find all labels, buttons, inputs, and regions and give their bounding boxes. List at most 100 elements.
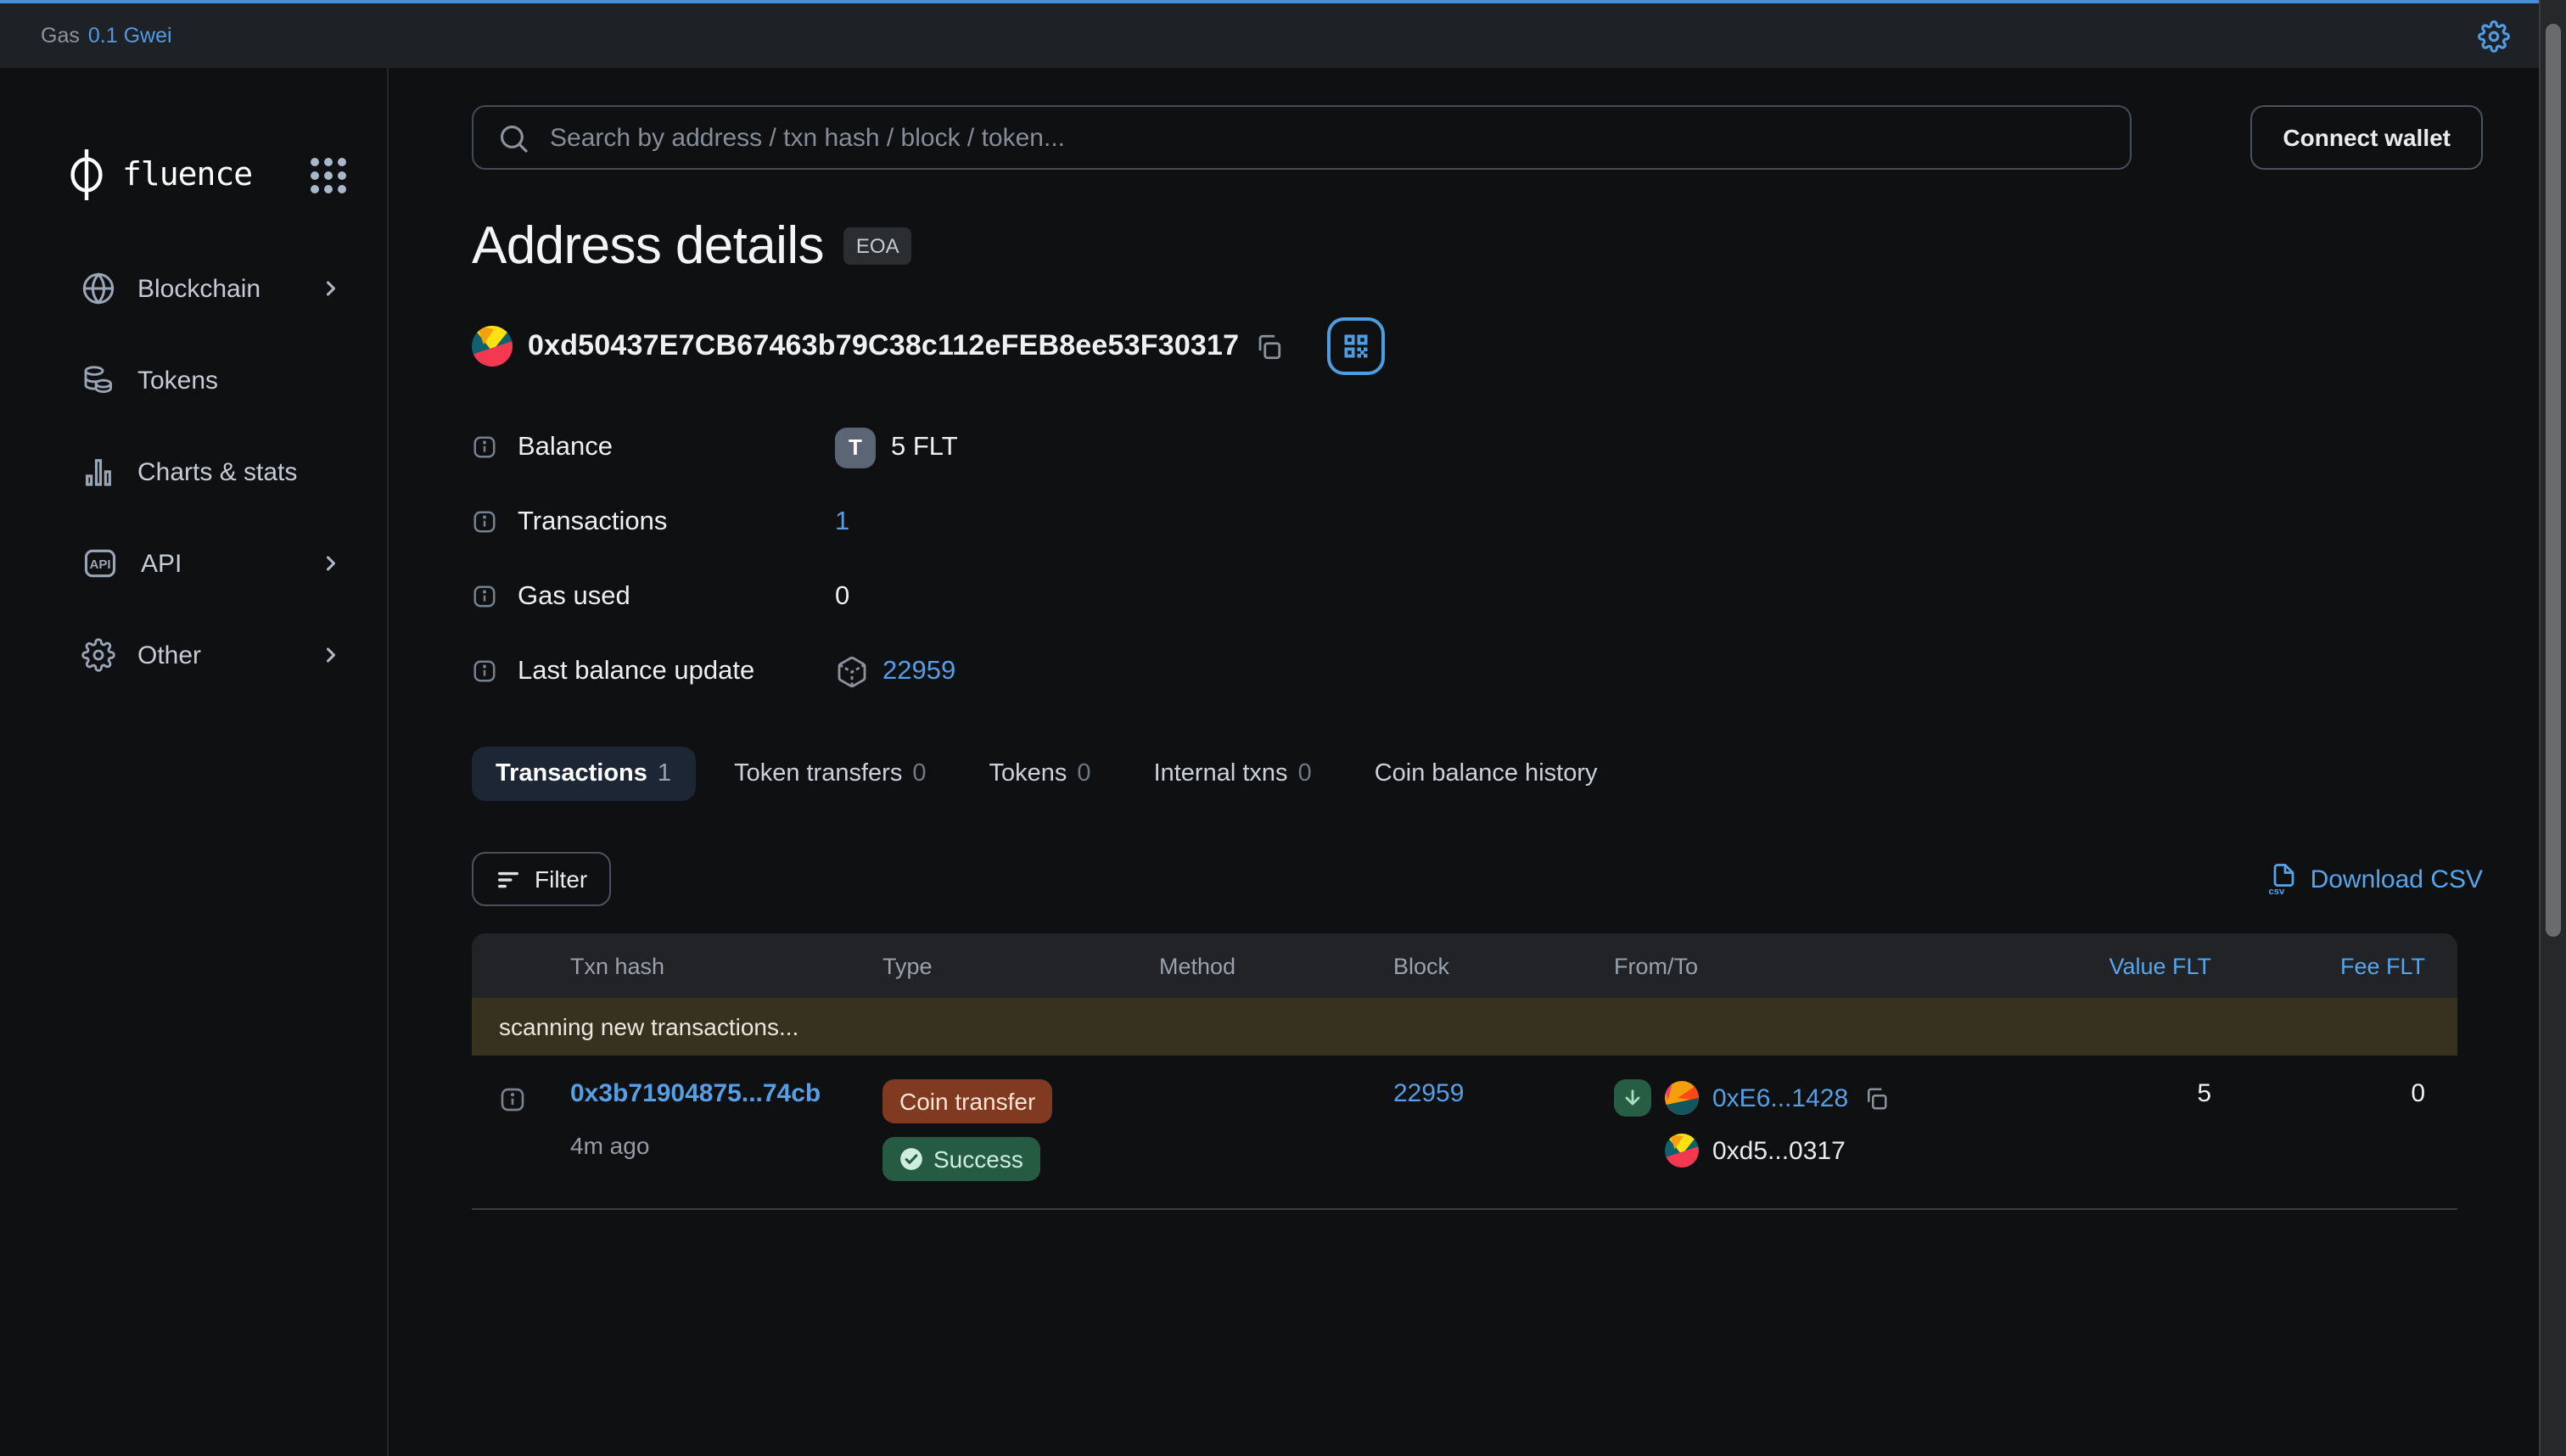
info-icon[interactable]: [472, 584, 497, 609]
tab-coin-balance-history[interactable]: Coin balance history: [1351, 747, 1622, 801]
transactions-table: Txn hash Type Method Block From/To Value…: [472, 933, 2457, 1210]
tab-label: Transactions: [496, 760, 647, 787]
tab-label: Coin balance history: [1375, 760, 1598, 787]
transactions-count-link[interactable]: 1: [835, 507, 849, 537]
col-from-to: From/To: [1614, 953, 2067, 978]
sidebar: fluence Blockchain Tokens: [0, 68, 389, 1456]
in-arrow-icon: [1614, 1079, 1651, 1117]
txn-type-badge: Coin transfer: [882, 1079, 1052, 1123]
txn-status-label: Success: [933, 1145, 1023, 1173]
sidebar-item-blockchain[interactable]: Blockchain: [0, 255, 387, 322]
col-value-flt[interactable]: Value FLT: [2067, 953, 2211, 978]
token-icon: T: [835, 427, 876, 468]
search-bar[interactable]: [472, 105, 2132, 170]
app-root: Gas 0.1 Gwei fluence Blockchain: [0, 0, 2566, 1456]
info-icon[interactable]: [472, 434, 497, 460]
txn-block-link[interactable]: 22959: [1393, 1079, 1464, 1108]
chevron-right-icon: [319, 643, 343, 667]
tab-internal-txns[interactable]: Internal txns 0: [1130, 747, 1336, 801]
txn-info-icon[interactable]: [499, 1086, 526, 1113]
tab-count: 0: [1298, 760, 1312, 787]
table-row: 0x3b71904875...74cb 4m ago Coin transfer…: [472, 1056, 2457, 1210]
sidebar-item-charts[interactable]: Charts & stats: [0, 438, 387, 506]
address-type-badge: EOA: [844, 227, 911, 265]
top-bar: Gas 0.1 Gwei: [0, 3, 2566, 68]
detail-label: Gas used: [518, 581, 630, 612]
scrollbar-thumb[interactable]: [2546, 24, 2561, 937]
connect-wallet-button[interactable]: Connect wallet: [2250, 105, 2483, 170]
gas-label: Gas: [41, 24, 80, 48]
col-fee-flt[interactable]: Fee FLT: [2211, 953, 2425, 978]
sidebar-item-label: Other: [137, 641, 201, 669]
scrollbar-track[interactable]: [2539, 0, 2566, 1456]
detail-row-balance: Balance T 5 FLT: [472, 419, 2483, 475]
sidebar-item-label: API: [141, 549, 182, 578]
txn-status-badge: Success: [882, 1137, 1040, 1181]
gas-value: 0.1 Gwei: [88, 24, 172, 48]
search-icon: [497, 121, 529, 154]
scanning-status-row: scanning new transactions...: [472, 998, 2457, 1056]
detail-row-gas-used: Gas used 0: [472, 568, 2483, 624]
col-txn-hash: Txn hash: [570, 953, 882, 978]
txn-hash-link[interactable]: 0x3b71904875...74cb: [570, 1079, 821, 1108]
csv-file-icon: csv: [2268, 862, 2299, 896]
chevron-right-icon: [319, 277, 343, 300]
main-content: Connect wallet Address details EOA 0xd50…: [389, 68, 2566, 1456]
page-title: Address details: [472, 216, 824, 277]
download-csv-label: Download CSV: [2311, 865, 2483, 893]
tab-count: 0: [912, 760, 926, 787]
sidebar-item-label: Charts & stats: [137, 457, 297, 486]
filter-button[interactable]: Filter: [472, 852, 611, 906]
gas-used-value: 0: [835, 581, 849, 612]
txn-from: 0xE6...1428: [1614, 1079, 2067, 1117]
copy-from-address-icon[interactable]: [1863, 1085, 1889, 1111]
address-avatar: [472, 326, 513, 367]
address-details-list: Balance T 5 FLT Transactions 1: [472, 419, 2483, 699]
sidebar-item-label: Tokens: [137, 366, 218, 395]
balance-value: 5 FLT: [891, 432, 958, 462]
search-input[interactable]: [546, 121, 2106, 154]
apps-grid-icon[interactable]: [311, 157, 346, 193]
col-method: Method: [1159, 953, 1393, 978]
svg-text:API: API: [89, 557, 110, 572]
table-header-row: Txn hash Type Method Block From/To Value…: [472, 933, 2457, 998]
bar-chart-icon: [81, 455, 115, 489]
detail-label: Last balance update: [518, 656, 754, 686]
tab-transactions[interactable]: Transactions 1: [472, 747, 695, 801]
copy-address-icon[interactable]: [1254, 332, 1283, 361]
tab-count: 1: [658, 760, 671, 787]
settings-gear-icon[interactable]: [2478, 20, 2510, 52]
sidebar-item-tokens[interactable]: Tokens: [0, 346, 387, 414]
sidebar-item-other[interactable]: Other: [0, 621, 387, 689]
svg-text:csv: csv: [2269, 887, 2286, 896]
detail-label: Transactions: [518, 507, 667, 537]
tab-label: Internal txns: [1154, 760, 1288, 787]
info-icon[interactable]: [472, 658, 497, 684]
info-icon[interactable]: [472, 509, 497, 535]
tab-tokens[interactable]: Tokens0: [966, 747, 1115, 801]
fluence-logo[interactable]: fluence: [68, 149, 252, 200]
txn-fee: 0: [2211, 1079, 2425, 1108]
tab-label: Token transfers: [734, 760, 902, 787]
from-address-link[interactable]: 0xE6...1428: [1712, 1084, 1848, 1112]
col-block: Block: [1393, 953, 1614, 978]
qr-code-button[interactable]: [1327, 317, 1385, 375]
download-csv-link[interactable]: csv Download CSV: [2268, 862, 2483, 896]
api-icon: API: [81, 545, 119, 582]
sidebar-item-api[interactable]: API API: [0, 529, 387, 597]
gear-icon: [81, 638, 115, 672]
gas-tracker: Gas 0.1 Gwei: [41, 24, 172, 48]
filter-label: Filter: [535, 865, 587, 893]
sidebar-item-label: Blockchain: [137, 274, 261, 303]
txn-to: 0xd5...0317: [1665, 1134, 2067, 1168]
detail-row-last-balance-update: Last balance update 22959: [472, 643, 2483, 699]
sidebar-nav: Blockchain Tokens Charts & stats API: [0, 255, 387, 689]
tab-bar: Transactions 1 Token transfers 0 Tokens0 I…: [472, 747, 2483, 801]
globe-icon: [81, 272, 115, 305]
tab-token-transfers[interactable]: Token transfers 0: [710, 747, 950, 801]
to-address: 0xd5...0317: [1712, 1136, 1846, 1165]
check-circle-icon: [899, 1147, 923, 1171]
last-balance-update-block-link[interactable]: 22959: [882, 656, 955, 686]
coins-icon: [81, 363, 115, 397]
detail-row-transactions: Transactions 1: [472, 494, 2483, 550]
